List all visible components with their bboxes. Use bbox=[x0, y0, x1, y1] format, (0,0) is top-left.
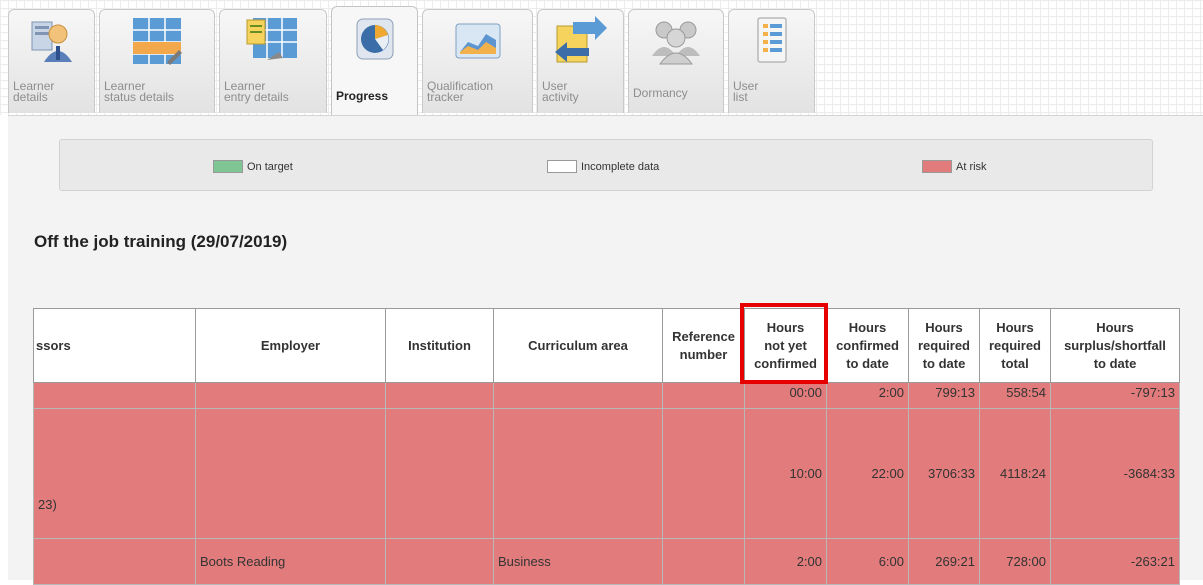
cell-not-confirmed: 2:00 bbox=[744, 538, 827, 585]
arrows-icon bbox=[554, 16, 607, 63]
cell-confirmed: 2:00 bbox=[826, 382, 909, 409]
legend-label: Incomplete data bbox=[581, 160, 660, 173]
cell-required-to-date: 3706:33 bbox=[908, 408, 980, 539]
cell-surplus: -263:21 bbox=[1050, 538, 1180, 585]
cell-required-total: 4118:24 bbox=[979, 408, 1051, 539]
cell-required-total: 728:00 bbox=[979, 538, 1051, 585]
cell-institution bbox=[385, 408, 494, 539]
list-icon bbox=[757, 17, 786, 63]
section-title: Off the job training (29/07/2019) bbox=[34, 232, 288, 251]
highlight-box bbox=[740, 303, 828, 384]
progress-table: ssors Employer Institution Curriculum ar… bbox=[33, 308, 1180, 585]
tab-learner-status-details[interactable]: Learner status details bbox=[99, 9, 215, 113]
cell-reference bbox=[662, 408, 745, 539]
legend-panel: On target Incomplete data At risk bbox=[59, 139, 1153, 191]
cell-curriculum: Business bbox=[493, 538, 663, 585]
tab-learner-details[interactable]: Learner details bbox=[8, 9, 95, 113]
header-hours-surplus-shortfall[interactable]: Hours surplus/shortfall to date bbox=[1050, 308, 1180, 383]
entry-table-icon bbox=[246, 18, 297, 60]
cell-required-total: 558:54 bbox=[979, 382, 1051, 409]
table-row[interactable]: 00:00 2:00 799:13 558:54 -797:13 bbox=[33, 382, 1180, 409]
tab-progress[interactable]: Progress bbox=[331, 6, 418, 116]
table-row[interactable]: Boots Reading Business 2:00 6:00 269:21 … bbox=[33, 538, 1180, 585]
cell-reference bbox=[662, 538, 745, 585]
status-table-icon bbox=[133, 18, 182, 65]
tab-qualification-tracker[interactable]: Qualification tracker bbox=[422, 9, 533, 113]
cell-required-to-date: 799:13 bbox=[908, 382, 980, 409]
cell-not-confirmed: 00:00 bbox=[744, 382, 827, 409]
cell-assessors bbox=[33, 538, 196, 585]
tab-label: Qualification tracker bbox=[427, 79, 494, 104]
header-curriculum-area[interactable]: Curriculum area bbox=[493, 308, 663, 383]
cell-curriculum bbox=[493, 382, 663, 409]
cell-assessors: 23) bbox=[33, 408, 196, 539]
cell-institution bbox=[385, 538, 494, 585]
tab-label: Learner entry details bbox=[224, 79, 289, 104]
header-row: ssors Employer Institution Curriculum ar… bbox=[33, 308, 1180, 383]
legend-label: On target bbox=[247, 160, 293, 173]
tab-label: User activity bbox=[542, 79, 579, 104]
cell-institution bbox=[385, 382, 494, 409]
on-target-swatch bbox=[213, 160, 243, 173]
tab-label: Learner status details bbox=[104, 79, 175, 104]
tab-learner-entry-details[interactable]: Learner entry details bbox=[219, 9, 327, 113]
cell-required-to-date: 269:21 bbox=[908, 538, 980, 585]
cell-curriculum bbox=[493, 408, 663, 539]
pie-chart-icon bbox=[356, 18, 393, 60]
header-hours-confirmed[interactable]: Hours confirmed to date bbox=[826, 308, 909, 383]
tab-dormancy[interactable]: Dormancy bbox=[628, 9, 724, 113]
tab-label: Progress bbox=[336, 89, 389, 103]
table-row[interactable]: 23) 10:00 22:00 3706:33 4118:24 -3684:33 bbox=[33, 408, 1180, 539]
header-institution[interactable]: Institution bbox=[385, 308, 494, 383]
cell-employer: Boots Reading bbox=[195, 538, 386, 585]
cell-employer bbox=[195, 382, 386, 409]
header-hours-required-total[interactable]: Hours required total bbox=[979, 308, 1051, 383]
at-risk-swatch bbox=[922, 160, 952, 173]
tab-user-activity[interactable]: User activity bbox=[537, 9, 624, 113]
tab-user-list[interactable]: User list bbox=[728, 9, 815, 113]
legend-label: At risk bbox=[956, 160, 987, 173]
cell-assessors bbox=[33, 382, 196, 409]
cell-not-confirmed: 10:00 bbox=[744, 408, 827, 539]
tab-label: Dormancy bbox=[633, 86, 688, 100]
cell-surplus: -797:13 bbox=[1050, 382, 1180, 409]
cell-confirmed: 22:00 bbox=[826, 408, 909, 539]
tab-label: Learner details bbox=[13, 79, 55, 104]
cell-surplus: -3684:33 bbox=[1050, 408, 1180, 539]
header-hours-required-to-date[interactable]: Hours required to date bbox=[908, 308, 980, 383]
incomplete-data-swatch bbox=[547, 160, 577, 173]
cell-confirmed: 6:00 bbox=[826, 538, 909, 585]
cell-reference bbox=[662, 382, 745, 409]
header-employer[interactable]: Employer bbox=[195, 308, 386, 383]
users-icon bbox=[652, 21, 700, 65]
legend-at-risk: At risk bbox=[922, 160, 987, 173]
legend-incomplete-data: Incomplete data bbox=[547, 160, 659, 173]
legend-on-target: On target bbox=[213, 160, 293, 173]
learner-icon bbox=[31, 21, 72, 62]
cell-employer bbox=[195, 408, 386, 539]
header-assessors[interactable]: ssors bbox=[33, 308, 196, 383]
tab-label: User list bbox=[733, 79, 759, 104]
area-chart-icon bbox=[455, 23, 500, 59]
header-reference-number[interactable]: Reference number bbox=[662, 308, 745, 383]
